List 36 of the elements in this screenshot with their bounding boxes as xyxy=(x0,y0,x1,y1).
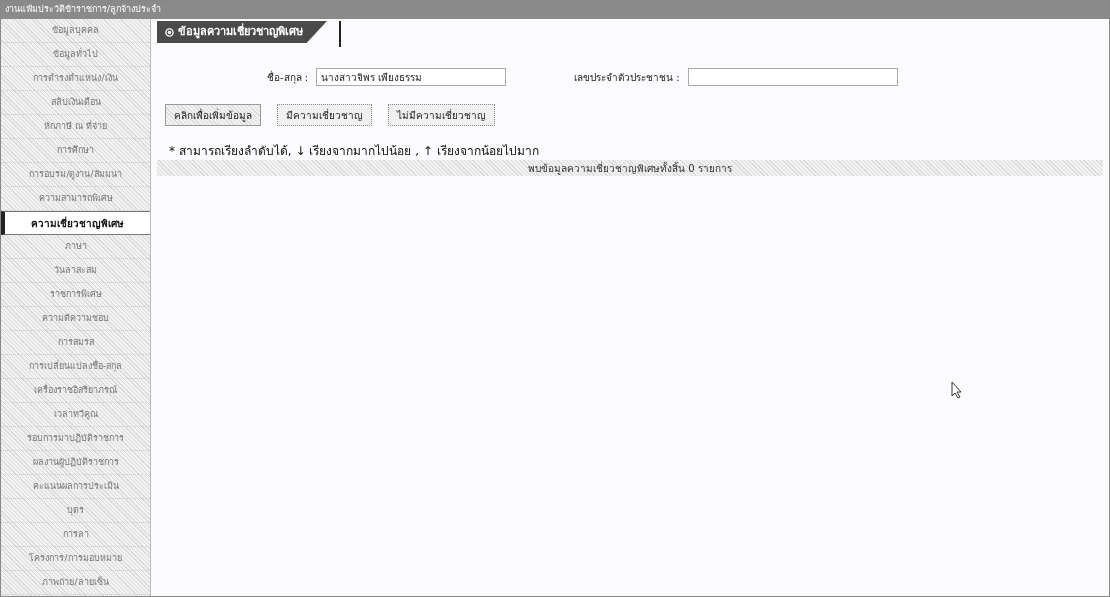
sidebar-item[interactable]: การศึกษา xyxy=(1,139,150,163)
cursor-icon xyxy=(951,381,963,399)
sidebar-item[interactable]: คะแนนผลการประเมิน xyxy=(1,475,150,499)
sidebar-item[interactable]: ข้อมูลทั่วไป xyxy=(1,43,150,67)
sidebar-item[interactable]: วันลาสะสม xyxy=(1,259,150,283)
bullet-icon xyxy=(165,27,174,37)
sidebar-item[interactable]: สลิปเงินเดือน xyxy=(1,91,150,115)
sidebar-item[interactable]: การสมรส xyxy=(1,331,150,355)
action-button[interactable]: มีความเชี่ยวชาญ xyxy=(277,104,372,126)
sidebar-item[interactable]: โครงการ/การมอบหมาย xyxy=(1,547,150,571)
sidebar-item[interactable]: การเปลี่ยนแปลงชื่อ-สกุล xyxy=(1,355,150,379)
sidebar-item[interactable]: การลา xyxy=(1,523,150,547)
result-text: พบข้อมูลความเชี่ยวชาญพิเศษทั้งสิ้น 0 รายการ xyxy=(528,160,732,176)
section-title: ข้อมูลความเชี่ยวชาญพิเศษ xyxy=(178,23,303,41)
name-field[interactable]: นางสาวจิพร เพียงธรรม xyxy=(316,68,507,86)
sidebar-item[interactable]: บุตร xyxy=(1,499,150,523)
sidebar-item[interactable]: ภาพถ่าย/ลายเซ็น xyxy=(1,571,150,595)
sidebar-item[interactable]: เวลาทวีคูณ xyxy=(1,403,150,427)
window-title: งานแฟ้มประวัติข้าราชการ/ลูกจ้างประจำ xyxy=(5,3,162,17)
sidebar-item[interactable]: การอบรม/ดูงาน/สัมมนา xyxy=(1,163,150,187)
field-label: ชื่อ-สกุล : xyxy=(267,69,309,85)
sidebar-item[interactable]: ภาษา xyxy=(1,235,150,259)
sidebar-item[interactable]: รอบการมาปฏิบัติราชการ xyxy=(1,427,150,451)
id-number-field[interactable] xyxy=(687,68,898,86)
sidebar-item[interactable]: ความเชี่ยวชาญพิเศษ xyxy=(1,211,150,235)
sidebar-item[interactable]: ผลงานผู้ปฏิบัติราชการ xyxy=(1,451,150,475)
sidebar-item[interactable]: ราชการพิเศษ xyxy=(1,283,150,307)
sidebar-item[interactable]: หักภาษี ณ ที่จ่าย xyxy=(1,115,150,139)
sidebar-item[interactable]: ข้อมูลบุคคล xyxy=(1,19,150,43)
action-button[interactable]: ไม่มีความเชี่ยวชาญ xyxy=(388,104,495,126)
action-button[interactable]: คลิกเพื่อเพิ่มข้อมูล xyxy=(165,104,261,126)
field-label: เลขประจำตัวประชาชน : xyxy=(574,70,680,85)
sidebar-item[interactable]: การดำรงตำแหน่ง/เงิน xyxy=(1,67,150,91)
sidebar-item[interactable]: เครื่องราชอิสริยาภรณ์ xyxy=(1,379,150,403)
sidebar-item[interactable]: ความดีความชอบ xyxy=(1,307,150,331)
sort-note: * สามารถเรียงลำดับได้, ↓ เรียงจากมากไปน้อย , ↑ เรียงจากน้อยไปมาก xyxy=(168,143,540,160)
